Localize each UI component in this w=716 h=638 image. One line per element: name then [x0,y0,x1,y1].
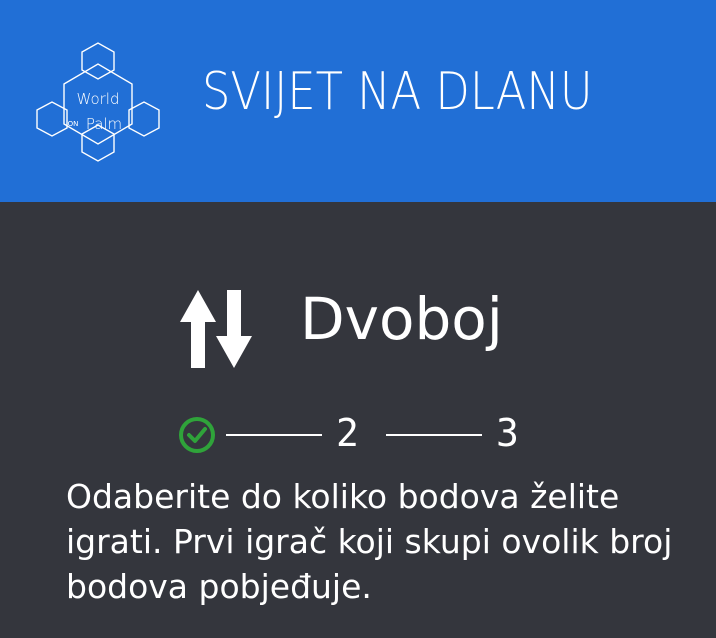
mode-title: Dvoboj [300,285,503,353]
svg-text:ON: ON [68,120,79,128]
step-number-2: 2 [336,411,359,455]
app-header: World ON Palm SVIJET NA DLANU [0,0,716,202]
check-circle-icon [179,417,215,453]
step-connector [386,434,482,436]
swap-arrows-icon [180,290,252,368]
app-title: SVIJET NA DLANU [202,62,593,122]
hexagon-logo-icon: World ON Palm [36,42,160,162]
step-connector [226,434,322,436]
world-on-palm-logo: World ON Palm [34,40,162,164]
svg-text:World: World [77,90,120,108]
step-number-3: 3 [496,411,519,455]
instructions-text: Odaberite do koliko bodova želite igrati… [66,477,673,606]
progress-stepper: 2 3 [178,414,538,454]
svg-text:Palm: Palm [86,115,122,133]
main-content: Dvoboj 2 3 Odaberite do koliko bodova že… [0,202,716,638]
